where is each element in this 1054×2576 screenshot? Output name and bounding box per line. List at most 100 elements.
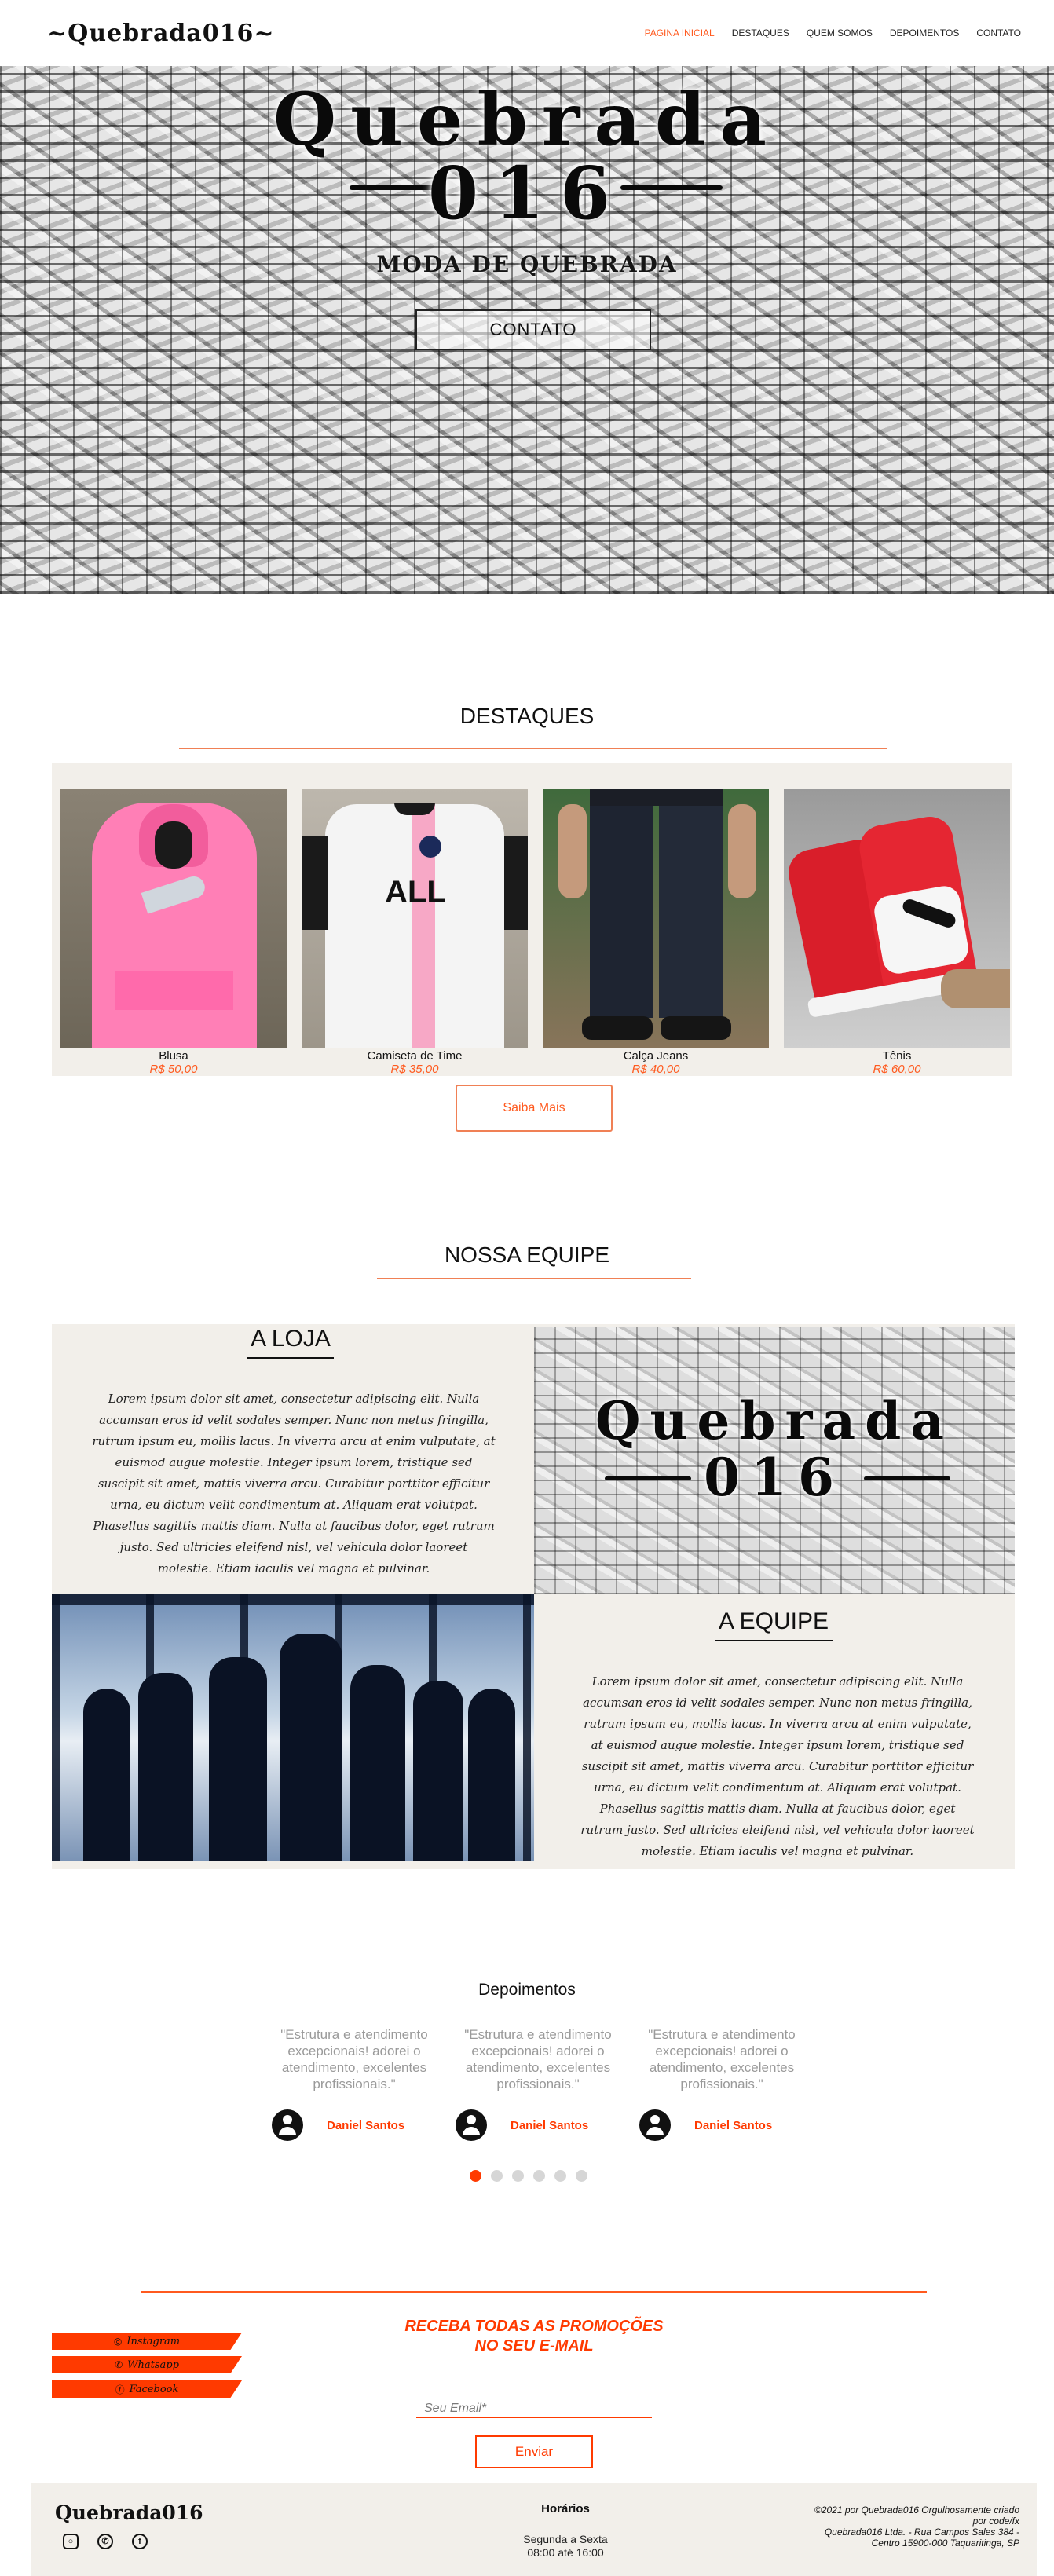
testimonial-card: "Estrutura e atendimento excepcionais! a… <box>639 2026 804 2141</box>
loja-title: A LOJA <box>236 1326 346 1359</box>
newsletter-heading-line2: NO SEU E-MAIL <box>474 2337 594 2355</box>
destaques-title: DESTAQUES <box>459 704 595 728</box>
logo-swash-left <box>605 1476 691 1480</box>
product-photo-blusa[interactable] <box>60 789 287 1048</box>
footer-hours-time: 08:00 até 16:00 <box>527 2546 604 2559</box>
nav-item-depoimentos[interactable]: DEPOIMENTOS <box>890 27 959 38</box>
logo-line1: Quebrada <box>595 1390 954 1451</box>
destaques-divider <box>179 748 887 749</box>
testimonial-quote: "Estrutura e atendimento excepcionais! a… <box>280 2027 428 2091</box>
product-photo-tenis[interactable] <box>784 789 1010 1048</box>
hero-subtitle: MODA DE QUEBRADA <box>376 251 678 277</box>
whatsapp-icon[interactable]: ✆ <box>97 2534 113 2549</box>
team-photo <box>52 1594 534 1861</box>
product-name: Camiseta de Time <box>367 1049 463 1063</box>
footer-credits: ©2021 por Quebrada016 Orgulhosamente cri… <box>784 2505 1019 2549</box>
testimonial-author-name: Daniel Santos <box>511 2118 589 2132</box>
social-whatsapp-label: Whatsapp <box>127 2358 179 2371</box>
footer-hours-days: Segunda a Sexta <box>523 2533 608 2545</box>
footer-hours: Horários Segunda a Sexta 08:00 até 16:00 <box>487 2502 644 2560</box>
product-name: Tênis <box>882 1049 912 1063</box>
avatar-icon <box>456 2109 487 2141</box>
product-card[interactable]: Blusa R$ 50,00 <box>60 789 287 1076</box>
product-price: R$ 35,00 <box>390 1063 439 1076</box>
carousel-dot[interactable] <box>533 2170 545 2182</box>
email-field[interactable] <box>416 2401 652 2418</box>
testimonial-author: Daniel Santos <box>639 2109 804 2141</box>
whatsapp-icon: ✆ <box>115 2359 123 2370</box>
footer-brand: Quebrada016 <box>55 2501 203 2524</box>
newsletter-heading-line1: RECEBA TODAS AS PROMOÇÕES <box>404 2318 664 2335</box>
brand-logo[interactable]: ~Quebrada016~ <box>47 20 275 47</box>
product-name: Blusa <box>159 1049 188 1063</box>
testimonial-author-name: Daniel Santos <box>694 2118 773 2132</box>
testimonial-author-name: Daniel Santos <box>327 2118 405 2132</box>
nav-item-pagina-inicial[interactable]: PAGINA INICIAL <box>645 27 715 38</box>
nav-item-destaques[interactable]: DESTAQUES <box>732 27 789 38</box>
avatar-icon <box>272 2109 303 2141</box>
carousel-dot[interactable] <box>576 2170 587 2182</box>
newsletter-divider <box>141 2291 927 2293</box>
footer-credit-line2: por code/fx <box>972 2516 1019 2527</box>
footer-hours-title: Horários <box>541 2502 590 2516</box>
equipe-title-underline <box>715 1640 833 1641</box>
facebook-icon: ⓕ <box>115 2384 125 2395</box>
instagram-icon: ◎ <box>113 2336 123 2347</box>
nav-item-contato[interactable]: CONTATO <box>976 27 1021 38</box>
social-whatsapp-link[interactable]: ✆ Whatsapp <box>52 2356 242 2373</box>
testimonial-card: "Estrutura e atendimento excepcionais! a… <box>456 2026 620 2141</box>
newsletter-heading: RECEBA TODAS AS PROMOÇÕES NO SEU E-MAIL <box>377 2317 691 2356</box>
nav-item-quem-somos[interactable]: QUEM SOMOS <box>807 27 873 38</box>
footer-social-icons: ○ ✆ f <box>63 2534 148 2549</box>
equipe-text: Lorem ipsum dolor sit amet, consectetur … <box>580 1674 975 1858</box>
carousel-dot[interactable] <box>512 2170 524 2182</box>
facebook-icon[interactable]: f <box>132 2534 148 2549</box>
product-photo-camiseta[interactable]: ALL <box>302 789 528 1048</box>
testimonial-author: Daniel Santos <box>456 2109 620 2141</box>
product-photo-calca[interactable] <box>543 789 769 1048</box>
social-instagram-link[interactable]: ◎ Instagram <box>52 2333 242 2350</box>
loja-title-text: A LOJA <box>251 1326 331 1352</box>
hero-title-line2: 016 <box>427 151 627 236</box>
product-price: R$ 40,00 <box>631 1063 680 1076</box>
testimonial-card: "Estrutura e atendimento excepcionais! a… <box>272 2026 437 2141</box>
product-price: R$ 60,00 <box>873 1063 921 1076</box>
product-card[interactable]: Tênis R$ 60,00 <box>784 789 1010 1076</box>
product-card[interactable]: Calça Jeans R$ 40,00 <box>543 789 769 1076</box>
footer: Quebrada016 ○ ✆ f Horários Segunda a Sex… <box>31 2483 1037 2576</box>
footer-address-line2: Centro 15900-000 Taquaritinga, SP <box>871 2538 1019 2549</box>
testimonial-author: Daniel Santos <box>272 2109 437 2141</box>
logo-image-block: Quebrada 016 <box>534 1327 1015 1594</box>
instagram-icon[interactable]: ○ <box>63 2534 79 2549</box>
carousel-dot[interactable] <box>491 2170 503 2182</box>
social-instagram-label: Instagram <box>126 2335 181 2347</box>
carousel-dot[interactable] <box>470 2170 481 2182</box>
hero-banner: Quebrada 016 MODA DE QUEBRADA CONTATO <box>0 66 1054 594</box>
footer-address-line1: Quebrada016 Ltda. - Rua Campos Sales 384… <box>824 2527 1019 2538</box>
footer-credit-line1: ©2021 por Quebrada016 Orgulhosamente cri… <box>814 2505 1019 2516</box>
loja-text: Lorem ipsum dolor sit amet, consectetur … <box>92 1392 496 1575</box>
hero-title-line1: Quebrada <box>273 77 781 162</box>
nav-menu: PAGINA INICIAL DESTAQUES QUEM SOMOS DEPO… <box>645 27 1021 38</box>
enviar-button[interactable]: Enviar <box>475 2435 593 2468</box>
equipe-title: A EQUIPE <box>715 1608 833 1641</box>
saiba-mais-button[interactable]: Saiba Mais <box>456 1085 613 1132</box>
social-facebook-label: Facebook <box>129 2383 179 2395</box>
carousel-dot[interactable] <box>554 2170 566 2182</box>
product-price: R$ 50,00 <box>149 1063 198 1076</box>
avatar-icon <box>639 2109 671 2141</box>
equipe-divider <box>377 1278 691 1279</box>
depoimentos-title: Depoimentos <box>478 1981 576 1999</box>
loja-title-underline <box>247 1357 334 1359</box>
top-nav: ~Quebrada016~ PAGINA INICIAL DESTAQUES Q… <box>0 0 1054 66</box>
hero-contact-button[interactable]: CONTATO <box>415 309 651 350</box>
testimonial-quote: "Estrutura e atendimento excepcionais! a… <box>648 2027 796 2091</box>
logo-swash-right <box>864 1476 950 1480</box>
equipe-section-title: NOSSA EQUIPE <box>444 1242 610 1267</box>
social-facebook-link[interactable]: ⓕ Facebook <box>52 2380 242 2398</box>
equipe-title-text: A EQUIPE <box>718 1608 829 1634</box>
product-card[interactable]: ALL Camiseta de Time R$ 35,00 <box>302 789 528 1076</box>
testimonial-quote: "Estrutura e atendimento excepcionais! a… <box>464 2027 612 2091</box>
carousel-dots <box>470 2170 587 2182</box>
product-name: Calça Jeans <box>623 1049 689 1063</box>
